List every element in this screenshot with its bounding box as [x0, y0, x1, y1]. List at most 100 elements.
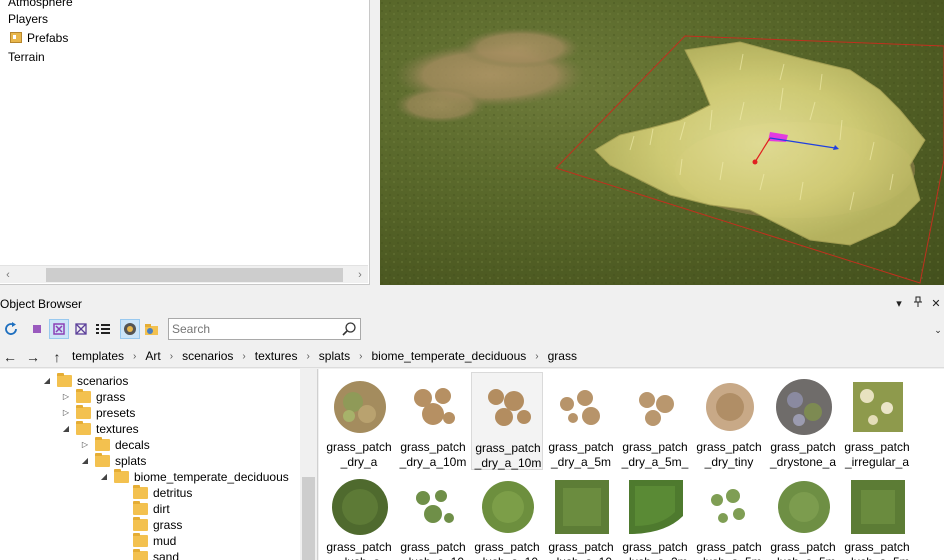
folder-sand[interactable]: sand [133, 549, 179, 560]
overflow-chevron-icon[interactable]: ⌄ [930, 322, 944, 338]
folder-tree: ◢ scenarios ▷ grass ▷ presets ◢ textures… [0, 369, 318, 560]
asset-label: grass_patch_dry_a_10m [474, 441, 542, 470]
asset-tile[interactable]: grass_patch_dry_a_5m [545, 372, 617, 470]
folder-grass-leaf[interactable]: grass [133, 517, 182, 533]
folder-presets[interactable]: ▷ presets [60, 405, 135, 421]
panel-splitter[interactable] [370, 0, 380, 285]
show-folders-button[interactable] [142, 319, 162, 339]
folder-mud[interactable]: mud [133, 533, 176, 549]
asset-tile-selected[interactable]: grass_patch_dry_a_10m [471, 372, 543, 470]
chevron-right-icon: › [133, 350, 137, 362]
folder-decals[interactable]: ▷ decals [79, 437, 150, 453]
expanded-triangle-icon[interactable]: ◢ [98, 469, 110, 485]
asset-tile[interactable]: grass_patch_irregular_a [841, 372, 913, 470]
scene-horizontal-scrollbar[interactable]: ‹ › [0, 265, 368, 283]
expanded-triangle-icon[interactable]: ◢ [79, 453, 91, 469]
folder-label: sand [153, 550, 180, 560]
breadcrumb-item[interactable]: templates [72, 349, 124, 363]
breadcrumb: templates › Art › scenarios › textures ›… [72, 349, 577, 363]
folder-icon [133, 533, 148, 547]
folder-biome-temperate-deciduous[interactable]: ◢ biome_temperate_deciduous [98, 469, 289, 485]
asset-tile[interactable]: grass_patch_dry_a_5m_ [619, 372, 691, 470]
refresh-icon [5, 322, 17, 335]
close-icon[interactable]: ✕ [928, 296, 944, 312]
scene-viewport[interactable] [380, 0, 944, 285]
asset-tile[interactable]: grass_patch_dry_a_10m [397, 372, 469, 470]
folder-detritus[interactable]: detritus [133, 485, 192, 501]
search-input[interactable] [172, 321, 337, 337]
asset-label: grass_patch_lush_a_5m [844, 540, 910, 560]
scrollbar-thumb[interactable] [302, 477, 315, 560]
asset-tile[interactable]: grass_patch_lush_a_5m [841, 472, 913, 560]
folder-label: biome_temperate_deciduous [134, 470, 289, 484]
scroll-left-icon[interactable]: ‹ [0, 266, 16, 284]
breadcrumb-item[interactable]: Art [145, 349, 160, 363]
asset-label: grass_patch_lush_a_2m [622, 540, 688, 560]
preview-icon [124, 323, 136, 335]
asset-thumbnail [629, 480, 683, 534]
breadcrumb-item[interactable]: grass [548, 349, 577, 363]
refresh-button[interactable] [1, 319, 21, 339]
breadcrumb-item[interactable]: textures [255, 349, 298, 363]
asset-tile[interactable]: grass_patch_drystone_a [767, 372, 839, 470]
expanded-triangle-icon[interactable]: ◢ [60, 421, 72, 437]
asset-thumbnail [776, 379, 832, 435]
folder-textures[interactable]: ◢ textures [60, 421, 139, 437]
collapsed-triangle-icon[interactable]: ▷ [79, 437, 91, 453]
asset-tile[interactable]: grass_patch_lush_a_5m [767, 472, 839, 560]
asset-tile[interactable]: grass_patch_lush_a_5m [693, 472, 765, 560]
folder-tree-scrollbar[interactable] [300, 369, 317, 560]
show-preview-button[interactable] [120, 319, 140, 339]
breadcrumb-item[interactable]: biome_temperate_deciduous [372, 349, 527, 363]
asset-tile[interactable]: grass_patch_lush_a_10 [545, 472, 617, 560]
asset-thumbnail [560, 390, 600, 425]
folder-label: grass [96, 390, 126, 404]
up-arrow-icon[interactable]: ↑ [48, 348, 66, 366]
forward-arrow-icon[interactable]: → [24, 348, 42, 366]
list-view-button[interactable] [93, 319, 113, 339]
search-box[interactable] [168, 318, 361, 340]
asset-tile[interactable]: grass_patch_dry_a [323, 372, 395, 470]
filter-entity-button[interactable] [27, 319, 47, 339]
asset-label: grass_patch_drystone_a [769, 440, 837, 469]
folder-label: scenarios [77, 374, 129, 388]
chevron-right-icon: › [242, 350, 246, 362]
folder-label: presets [96, 406, 136, 420]
list-view-icon [96, 324, 110, 334]
back-arrow-icon[interactable]: ← [1, 348, 19, 366]
asset-tile[interactable]: grass_patch_lush_a_10 [397, 472, 469, 560]
filter-actor-button[interactable] [49, 319, 69, 339]
asset-tile[interactable]: grass_patch_lush_a_2m [619, 472, 691, 560]
folder-icon [95, 437, 110, 451]
scene-item-prefabs[interactable]: Prefabs [10, 29, 68, 47]
folder-splats[interactable]: ◢ splats [79, 453, 146, 469]
collapsed-triangle-icon[interactable]: ▷ [60, 405, 72, 421]
scrollbar-thumb[interactable] [46, 268, 343, 282]
scene-item-players[interactable]: Players [8, 10, 48, 28]
scene-item-terrain[interactable]: Terrain [8, 48, 45, 66]
folder-grass[interactable]: ▷ grass [60, 389, 125, 405]
collapsed-triangle-icon[interactable]: ▷ [60, 389, 72, 405]
folder-icon [133, 501, 148, 515]
breadcrumb-item[interactable]: splats [319, 349, 350, 363]
folder-icon [57, 373, 72, 387]
search-icon[interactable] [341, 321, 357, 337]
chevron-right-icon: › [169, 350, 174, 362]
folder-label: textures [96, 422, 139, 436]
expanded-triangle-icon[interactable]: ◢ [41, 373, 53, 389]
breadcrumb-item[interactable]: scenarios [182, 349, 233, 363]
folder-scenarios[interactable]: ◢ scenarios [41, 373, 128, 389]
folder-label: decals [115, 438, 150, 452]
asset-tile[interactable]: grass_patch_lush_a [323, 472, 395, 560]
asset-tile[interactable]: grass_patch_dry_tiny [693, 372, 765, 470]
dropdown-icon[interactable]: ▾ [891, 296, 907, 312]
asset-thumbnail [851, 480, 905, 534]
pin-icon[interactable] [910, 296, 926, 312]
scroll-right-icon[interactable]: › [352, 266, 368, 284]
folder-label: dirt [153, 502, 170, 516]
prefab-icon [10, 32, 22, 43]
filter-template-button[interactable] [71, 319, 91, 339]
folder-dirt[interactable]: dirt [133, 501, 170, 517]
asset-tile[interactable]: grass_patch_lush_a_10 [471, 472, 543, 560]
asset-label: grass_patch_dry_a [326, 440, 392, 469]
